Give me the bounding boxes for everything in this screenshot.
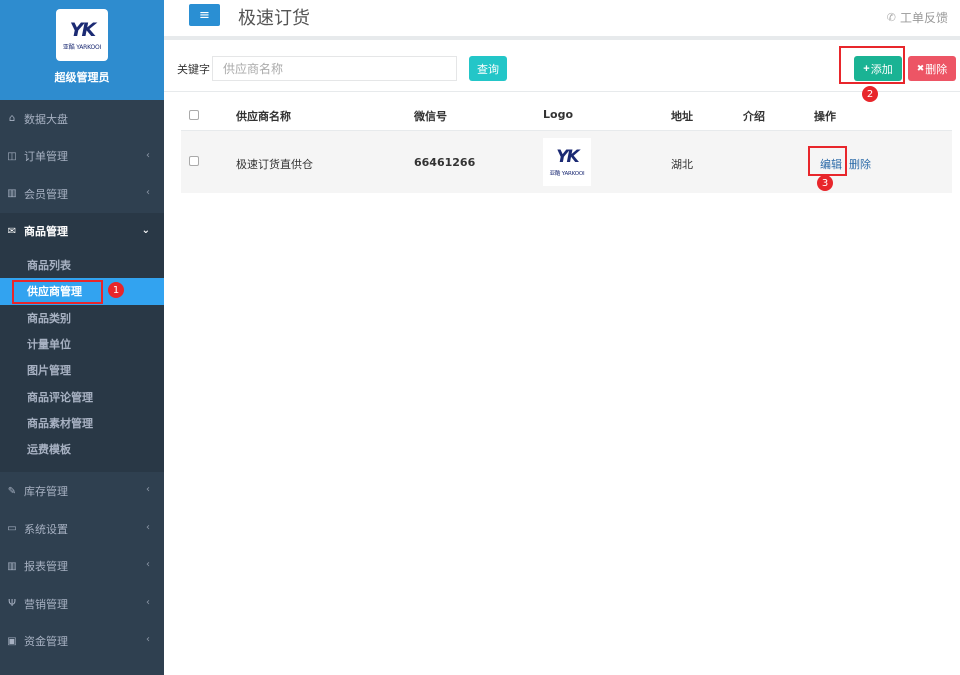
profile-panel: YK 亚酷 YARKOOI 超级管理员 xyxy=(0,0,164,100)
submenu-product-category[interactable]: 商品类别 xyxy=(0,305,164,331)
row-checkbox[interactable] xyxy=(189,156,199,166)
chevron-left-icon: ‹ xyxy=(146,187,150,198)
sidebar-item-inventory[interactable]: ✎ 库存管理 ‹ xyxy=(0,472,164,510)
main-content: ≡ 极速订货 ✆ 工单反馈 关键字 查询 + 添加 ✖ 删除 供应商名称 微信号… xyxy=(164,0,960,675)
home-icon: ⌂ xyxy=(8,113,16,125)
sidebar-item-finance[interactable]: ▣ 资金管理 ‹ xyxy=(0,622,164,660)
sidebar-nav: ⌂ 数据大盘 ◫ 订单管理 ‹ ▥ 会员管理 ‹ ✉ 商品管理 ⌄ xyxy=(0,100,164,250)
sidebar-item-products[interactable]: ✉ 商品管理 ⌄ xyxy=(0,212,164,250)
feedback-label: 工单反馈 xyxy=(899,11,948,25)
envelope-icon: ✉ xyxy=(7,225,17,237)
chevron-left-icon: ‹ xyxy=(146,559,150,571)
sidebar-item-label: 数据大盘 xyxy=(24,112,68,126)
columns-icon: ◫ xyxy=(7,150,17,162)
chevron-left-icon: ‹ xyxy=(146,596,150,608)
column-header-wechat: 微信号 xyxy=(414,110,447,123)
delete-label: 删除 xyxy=(925,63,948,76)
money-icon: ▣ xyxy=(7,635,17,647)
column-header-address: 地址 xyxy=(671,110,693,123)
sidebar: YK 亚酷 YARKOOI 超级管理员 ⌂ 数据大盘 ◫ 订单管理 ‹ ▥ 会员… xyxy=(0,0,164,675)
logo-letters: YK xyxy=(556,147,580,167)
sidebar-item-label: 报表管理 xyxy=(24,560,68,574)
sidebar-item-settings[interactable]: ▭ 系统设置 ‹ xyxy=(0,510,164,548)
delete-button[interactable]: ✖ 删除 xyxy=(908,56,956,81)
sidebar-item-label: 会员管理 xyxy=(24,187,68,201)
sidebar-item-label: 库存管理 xyxy=(24,485,68,499)
annotation-box-edit xyxy=(808,146,847,176)
sidebar-item-label: 营销管理 xyxy=(24,597,68,611)
bar-chart-icon: ▥ xyxy=(7,188,17,200)
company-logo: YK 亚酷 YARKOOI xyxy=(56,9,108,61)
select-all-checkbox[interactable] xyxy=(189,110,199,120)
chevron-left-icon: ‹ xyxy=(146,149,150,161)
submenu-reviews[interactable]: 商品评论管理 xyxy=(0,383,164,409)
bar-chart-icon: ▥ xyxy=(7,560,17,572)
submenu-images[interactable]: 图片管理 xyxy=(0,357,164,383)
sidebar-item-label: 订单管理 xyxy=(24,150,68,164)
page-title: 极速订货 xyxy=(238,8,310,29)
keyword-label: 关键字 xyxy=(177,63,210,76)
profile-name: 超级管理员 xyxy=(54,71,110,84)
edit-icon: ✎ xyxy=(7,485,17,497)
row-delete-link[interactable]: 删除 xyxy=(849,156,871,172)
table-header: 供应商名称 微信号 Logo 地址 介绍 操作 xyxy=(181,99,952,131)
sidebar-item-orders[interactable]: ◫ 订单管理 ‹ xyxy=(0,138,164,176)
submenu-unit[interactable]: 计量单位 xyxy=(0,331,164,357)
sidebar-item-members[interactable]: ▥ 会员管理 ‹ xyxy=(0,175,164,213)
annotation-box-add xyxy=(839,46,905,84)
cell-address: 湖北 xyxy=(671,158,693,171)
column-header-actions: 操作 xyxy=(814,110,836,123)
sidebar-item-label: 资金管理 xyxy=(24,635,68,649)
chevron-left-icon: ‹ xyxy=(146,634,150,646)
top-bar: ≡ 极速订货 ✆ 工单反馈 xyxy=(164,0,960,40)
cutlery-icon: Ψ xyxy=(8,598,16,610)
menu-toggle-button[interactable]: ≡ xyxy=(189,4,220,26)
logo-subtext: 亚酷 YARKOOI xyxy=(62,43,102,51)
sidebar-nav-lower: ✎ 库存管理 ‹ ▭ 系统设置 ‹ ▥ 报表管理 ‹ Ψ 营销管理 ‹ ▣ 资金… xyxy=(0,472,164,660)
query-button[interactable]: 查询 xyxy=(469,56,507,81)
desktop-icon: ▭ xyxy=(7,523,17,535)
annotation-badge-1: 1 xyxy=(108,282,124,298)
annotation-box-supplier xyxy=(12,280,103,304)
sidebar-item-dashboard[interactable]: ⌂ 数据大盘 xyxy=(0,100,164,138)
column-header-name: 供应商名称 xyxy=(236,110,291,123)
logo-subtext: 亚酷 YARKOOI xyxy=(549,171,585,177)
chevron-down-icon: ⌄ xyxy=(141,224,150,236)
submenu-shipping-template[interactable]: 运费模板 xyxy=(0,436,164,462)
feedback-link[interactable]: ✆ 工单反馈 xyxy=(887,9,948,26)
annotation-badge-2: 2 xyxy=(862,86,878,102)
column-header-intro: 介绍 xyxy=(743,110,765,123)
submenu-product-list[interactable]: 商品列表 xyxy=(0,252,164,278)
cell-wechat: 66461266 xyxy=(414,156,476,169)
cell-supplier-name: 极速订货直供仓 xyxy=(236,158,313,171)
keyword-input[interactable] xyxy=(212,56,457,81)
sidebar-item-marketing[interactable]: Ψ 营销管理 ‹ xyxy=(0,585,164,623)
chevron-left-icon: ‹ xyxy=(146,521,150,533)
column-header-logo: Logo xyxy=(543,108,573,121)
cell-logo: YK 亚酷 YARKOOI xyxy=(543,138,591,186)
sidebar-item-label: 商品管理 xyxy=(24,225,68,239)
submenu-materials[interactable]: 商品素材管理 xyxy=(0,410,164,436)
sidebar-item-label: 系统设置 xyxy=(24,522,68,536)
sidebar-item-reports[interactable]: ▥ 报表管理 ‹ xyxy=(0,547,164,585)
chevron-left-icon: ‹ xyxy=(146,484,150,496)
hamburger-icon: ≡ xyxy=(199,7,210,23)
annotation-badge-3: 3 xyxy=(817,175,833,191)
logo-letters: YK xyxy=(69,18,97,41)
chat-icon: ✆ xyxy=(886,11,896,24)
close-icon: ✖ xyxy=(916,63,925,73)
